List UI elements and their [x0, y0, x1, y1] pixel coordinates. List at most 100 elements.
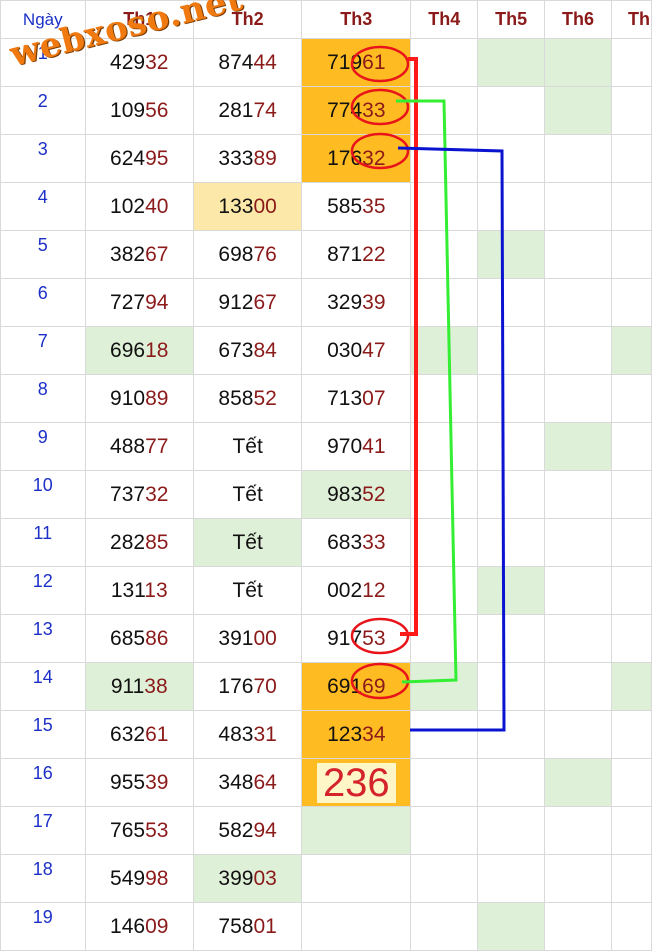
th3-cell: 69169: [301, 662, 412, 711]
empty-cell-th4: [410, 566, 479, 615]
empty-cell-th4: [410, 518, 479, 567]
empty-cell-th5: [477, 326, 546, 375]
empty-cell-th7: [610, 614, 652, 663]
th3-cell: 91753: [301, 614, 412, 663]
empty-cell-th4: [410, 374, 479, 423]
empty-cell-th6: [544, 470, 612, 519]
empty-cell-th6: [544, 422, 612, 471]
th3-cell: [301, 902, 412, 951]
empty-cell-th6: [544, 854, 612, 903]
day-cell: 7: [0, 326, 86, 375]
empty-cell-th5: [477, 566, 546, 615]
empty-cell-th4: [410, 422, 479, 471]
empty-cell-th5: [477, 806, 546, 855]
day-cell: 2: [0, 86, 86, 135]
empty-cell-th5: [477, 710, 546, 759]
th2-cell: 85852: [192, 374, 303, 423]
th3-cell: 00212: [301, 566, 412, 615]
th2-cell: 87444: [192, 38, 303, 87]
th3-cell: 98352: [301, 470, 412, 519]
table-row: 8 91089 85852 71307: [0, 374, 652, 423]
empty-cell-th4: [410, 902, 479, 951]
th1-cell: 69618: [84, 326, 194, 375]
day-cell: 19: [0, 902, 86, 951]
empty-cell-th7: [610, 470, 652, 519]
empty-cell-th4: [410, 710, 479, 759]
table-row: 6 72794 91267 32939: [0, 278, 652, 327]
empty-cell-th7: [610, 518, 652, 567]
th2-cell: 39903: [192, 854, 303, 903]
empty-cell-th6: [544, 518, 612, 567]
th3-cell: 58535: [301, 182, 412, 231]
empty-cell-th4: [410, 182, 479, 231]
day-cell: 3: [0, 134, 86, 183]
empty-cell-th7: [610, 326, 652, 375]
th2-cell: Tết: [192, 422, 303, 471]
empty-cell-th5: [477, 86, 546, 135]
th2-cell: 13300: [192, 182, 303, 231]
day-cell: 11: [0, 518, 86, 567]
empty-cell-th7: [610, 38, 652, 87]
th3-cell: 87122: [301, 230, 412, 279]
th1-cell: 72794: [84, 278, 194, 327]
table-row: 11 28285 Tết 68333: [0, 518, 652, 567]
th1-cell: 91138: [84, 662, 194, 711]
th1-cell: 28285: [84, 518, 194, 567]
th2-cell: 48331: [192, 710, 303, 759]
day-cell: 12: [0, 566, 86, 615]
empty-cell-th6: [544, 230, 612, 279]
empty-cell-th7: [610, 854, 652, 903]
th3-cell: 71307: [301, 374, 412, 423]
header-th7: Th: [610, 0, 652, 39]
th1-cell: 38267: [84, 230, 194, 279]
table-row: 4 10240 13300 58535: [0, 182, 652, 231]
table-row: 12 13113 Tết 00212: [0, 566, 652, 615]
empty-cell-th6: [544, 374, 612, 423]
day-cell: 14: [0, 662, 86, 711]
day-cell: 17: [0, 806, 86, 855]
day-cell: 6: [0, 278, 86, 327]
day-cell: 4: [0, 182, 86, 231]
th3-cell: 12334: [301, 710, 412, 759]
empty-cell-th6: [544, 710, 612, 759]
th3-cell: 03047: [301, 326, 412, 375]
table-row: 15 63261 48331 12334: [0, 710, 652, 759]
empty-cell-th5: [477, 614, 546, 663]
empty-cell-th7: [610, 806, 652, 855]
th1-cell: 73732: [84, 470, 194, 519]
empty-cell-th6: [544, 614, 612, 663]
th3-cell: 32939: [301, 278, 412, 327]
day-cell: 16: [0, 758, 86, 807]
empty-cell-th6: [544, 278, 612, 327]
table-row: 9 48877 Tết 97041: [0, 422, 652, 471]
th3-cell: 236: [301, 758, 412, 807]
header-th6: Th6: [544, 0, 612, 39]
empty-cell-th4: [410, 806, 479, 855]
empty-cell-th5: [477, 662, 546, 711]
th3-cell: 68333: [301, 518, 412, 567]
th1-cell: 13113: [84, 566, 194, 615]
empty-cell-th4: [410, 758, 479, 807]
th3-cell: 97041: [301, 422, 412, 471]
empty-cell-th5: [477, 854, 546, 903]
th2-cell: 58294: [192, 806, 303, 855]
empty-cell-th7: [610, 710, 652, 759]
empty-cell-th6: [544, 566, 612, 615]
empty-cell-th4: [410, 470, 479, 519]
empty-cell-th7: [610, 230, 652, 279]
empty-cell-th4: [410, 326, 479, 375]
header-th5: Th5: [477, 0, 546, 39]
empty-cell-th5: [477, 182, 546, 231]
th3-cell: [301, 806, 412, 855]
empty-cell-th6: [544, 38, 612, 87]
empty-cell-th6: [544, 662, 612, 711]
th1-cell: 91089: [84, 374, 194, 423]
header-th3: Th3: [301, 0, 412, 39]
th1-cell: 10956: [84, 86, 194, 135]
th2-cell: 39100: [192, 614, 303, 663]
table-row: 13 68586 39100 91753: [0, 614, 652, 663]
table-row: 19 14609 75801: [0, 902, 652, 951]
th1-cell: 68586: [84, 614, 194, 663]
empty-cell-th6: [544, 902, 612, 951]
day-cell: 15: [0, 710, 86, 759]
